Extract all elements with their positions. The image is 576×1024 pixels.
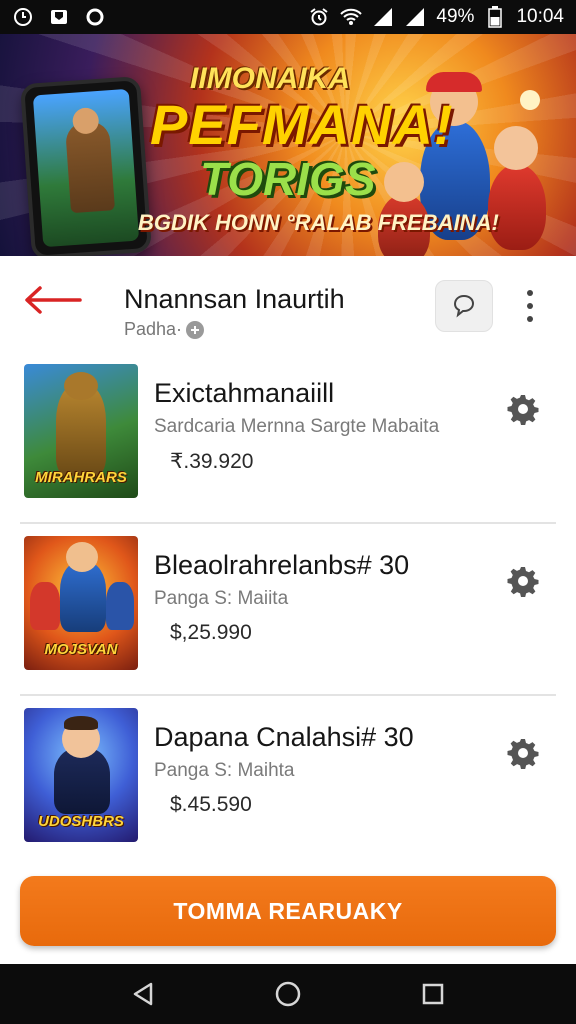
item-title: Bleaolrahrelanbs# 30 (154, 550, 410, 580)
nav-recents-button[interactable] (413, 974, 453, 1014)
banner-tagline: BGDIK HONN °RALAB FREBAINA! (138, 210, 499, 235)
promo-banner[interactable]: IIMONAIKA PEFMANA! TORIGS BGDIK HONN °RA… (0, 34, 576, 256)
chat-bubble-icon (453, 294, 475, 318)
item-subtitle: Panga S: Maihta (154, 760, 295, 781)
thumbnail-title: UDOSHBRS (38, 813, 124, 830)
alarm-icon (308, 6, 330, 28)
back-button[interactable] (22, 278, 82, 322)
character-head (384, 162, 424, 202)
page-header: Nnannsan Inaurtih Padha· (0, 256, 576, 352)
product-list: MIRAHRARS Exictahmanaiill Sardcaria Mern… (0, 352, 576, 868)
circle-home-icon (275, 981, 301, 1007)
gear-icon (507, 567, 539, 597)
more-dot (527, 316, 533, 322)
battery-percent: 49% (436, 6, 475, 27)
system-nav-bar (0, 964, 576, 1024)
subtitle-text: Padha· (124, 319, 183, 339)
item-settings-button[interactable] (504, 562, 542, 600)
character-head (494, 126, 538, 170)
circle-icon (84, 6, 106, 28)
item-subtitle: Sardcaria Mernna Sargte Mabaita (154, 416, 440, 437)
triangle-back-icon (133, 982, 152, 1006)
product-thumbnail[interactable]: UDOSHBRS (24, 708, 138, 842)
more-options-button[interactable] (514, 286, 546, 326)
thumbnail-title: MOJSVAN (44, 641, 118, 658)
thumbnail-title: MIRAHRARS (35, 469, 127, 486)
battery-icon (484, 6, 506, 28)
character-illustration (488, 164, 546, 250)
list-item[interactable]: MIRAHRARS Exictahmanaiill Sardcaria Mern… (20, 352, 556, 524)
item-subtitle: Panga S: Maiita (154, 588, 289, 609)
arrow-left-icon (25, 286, 82, 314)
clock-time: 10:04 (516, 6, 564, 27)
mail-icon (48, 6, 70, 28)
nav-back-button[interactable] (123, 974, 163, 1014)
banner-headline-2: PEFMANA! (150, 93, 454, 156)
signal-icon (372, 6, 394, 28)
phone-illustration (20, 76, 152, 256)
signal-icon (404, 6, 426, 28)
item-title: Exictahmanaiill (154, 378, 335, 408)
list-item[interactable]: UDOSHBRS Dapana Cnalahsi# 30 Panga S: Ma… (20, 696, 556, 868)
primary-action-button[interactable]: TOMMA REARUAKY (20, 876, 556, 946)
chat-button[interactable] (435, 280, 493, 332)
item-title: Dapana Cnalahsi# 30 (154, 722, 414, 752)
item-price: $.45.590 (170, 793, 252, 816)
item-settings-button[interactable] (504, 390, 542, 428)
clock-icon (12, 6, 34, 28)
wifi-icon (340, 6, 363, 28)
product-thumbnail[interactable]: MOJSVAN (24, 536, 138, 670)
more-dot (527, 303, 533, 309)
nav-home-button[interactable] (268, 974, 308, 1014)
item-settings-button[interactable] (504, 734, 542, 772)
product-thumbnail[interactable]: MIRAHRARS (24, 364, 138, 498)
info-icon (186, 320, 205, 339)
item-price: $,25.990 (170, 621, 252, 644)
banner-headline-1: IIMONAIKA (190, 62, 350, 95)
gear-icon (507, 395, 539, 425)
more-dot (527, 290, 533, 296)
status-bar: 49% 10:04 (0, 0, 576, 34)
banner-headline-3: TORIGS (200, 153, 376, 205)
page-title: Nnannsan Inaurtih (124, 284, 345, 314)
list-item[interactable]: MOJSVAN Bleaolrahrelanbs# 30 Panga S: Ma… (20, 524, 556, 696)
square-recents-icon (423, 983, 444, 1005)
page-subtitle: Padha· (124, 319, 205, 340)
item-price: ₹.39.920 (170, 450, 254, 473)
gear-icon (507, 739, 539, 769)
